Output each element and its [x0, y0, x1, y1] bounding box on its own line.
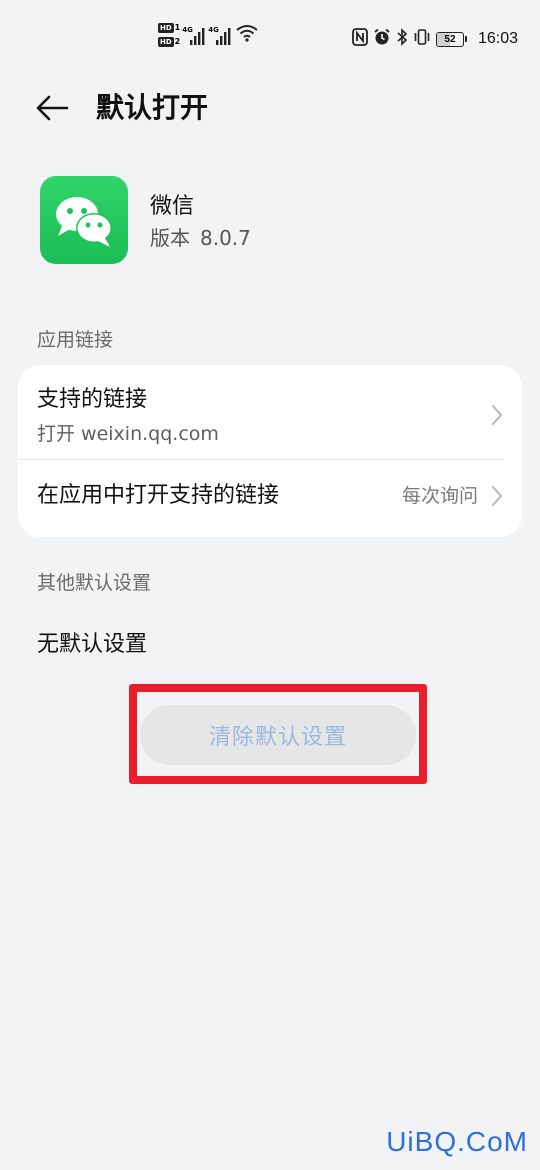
hd-num: 2	[174, 36, 181, 46]
wifi-icon	[236, 24, 258, 46]
signal-2-icon: 4G	[208, 24, 232, 46]
section-other-defaults-label: 其他默认设置	[37, 572, 152, 594]
watermark: UiBQ.CoM	[386, 1126, 528, 1157]
version-number: 8.0.7	[200, 226, 251, 250]
open-in-app-value: 每次询问	[401, 485, 478, 507]
section-app-links-label: 应用链接	[37, 329, 114, 351]
chevron-right-icon	[492, 405, 503, 425]
app-version: 版本 8.0.7	[150, 224, 251, 252]
app-bar: 默认打开	[0, 80, 540, 136]
back-button[interactable]	[32, 90, 72, 126]
chevron-right-icon	[492, 486, 503, 506]
battery-icon: 52	[435, 31, 467, 47]
network-indicators: HD 1 HD 2 4G 4G	[158, 22, 258, 47]
battery-level: 52	[444, 33, 456, 45]
hd-label: HD	[158, 22, 174, 33]
hd-num: 1	[174, 22, 181, 32]
app-name: 微信	[150, 194, 195, 219]
hd-badge-1: HD 1	[158, 22, 180, 33]
app-links-card: 支持的链接 打开 weixin.qq.com 在应用中打开支持的链接 每次询问	[18, 365, 522, 537]
battery-nub	[464, 36, 467, 42]
supported-links-subtitle: 打开 weixin.qq.com	[37, 423, 219, 445]
open-in-app-row[interactable]: 在应用中打开支持的链接 每次询问	[18, 459, 522, 537]
hd-badge-2: HD 2	[158, 36, 180, 47]
no-default-text: 无默认设置	[37, 632, 148, 657]
wechat-logo-icon	[56, 197, 112, 247]
hd-badges: HD 1 HD 2	[158, 22, 180, 47]
page-title: 默认打开	[96, 91, 209, 124]
network-type-label: 4G	[208, 25, 219, 34]
alarm-icon	[373, 28, 391, 50]
highlight-box	[129, 684, 427, 784]
nfc-icon	[352, 28, 368, 50]
row-divider	[19, 459, 504, 460]
vibrate-icon	[413, 28, 431, 50]
hd-label: HD	[158, 36, 174, 47]
version-label: 版本	[150, 226, 190, 250]
bluetooth-icon	[396, 28, 408, 50]
battery-body: 52	[435, 31, 464, 47]
open-in-app-title: 在应用中打开支持的链接	[37, 483, 280, 508]
network-type-label: 4G	[182, 25, 193, 34]
wechat-app-icon	[40, 176, 128, 264]
clock: 16:03	[477, 30, 518, 47]
supported-links-title: 支持的链接	[37, 387, 148, 412]
supported-links-row[interactable]: 支持的链接 打开 weixin.qq.com	[18, 365, 522, 459]
status-bar: HD 1 HD 2 4G 4G 52 16:03	[0, 0, 540, 80]
back-arrow-icon	[36, 95, 69, 121]
system-indicators: 52 16:03	[352, 28, 518, 50]
signal-1-icon: 4G	[182, 24, 206, 46]
